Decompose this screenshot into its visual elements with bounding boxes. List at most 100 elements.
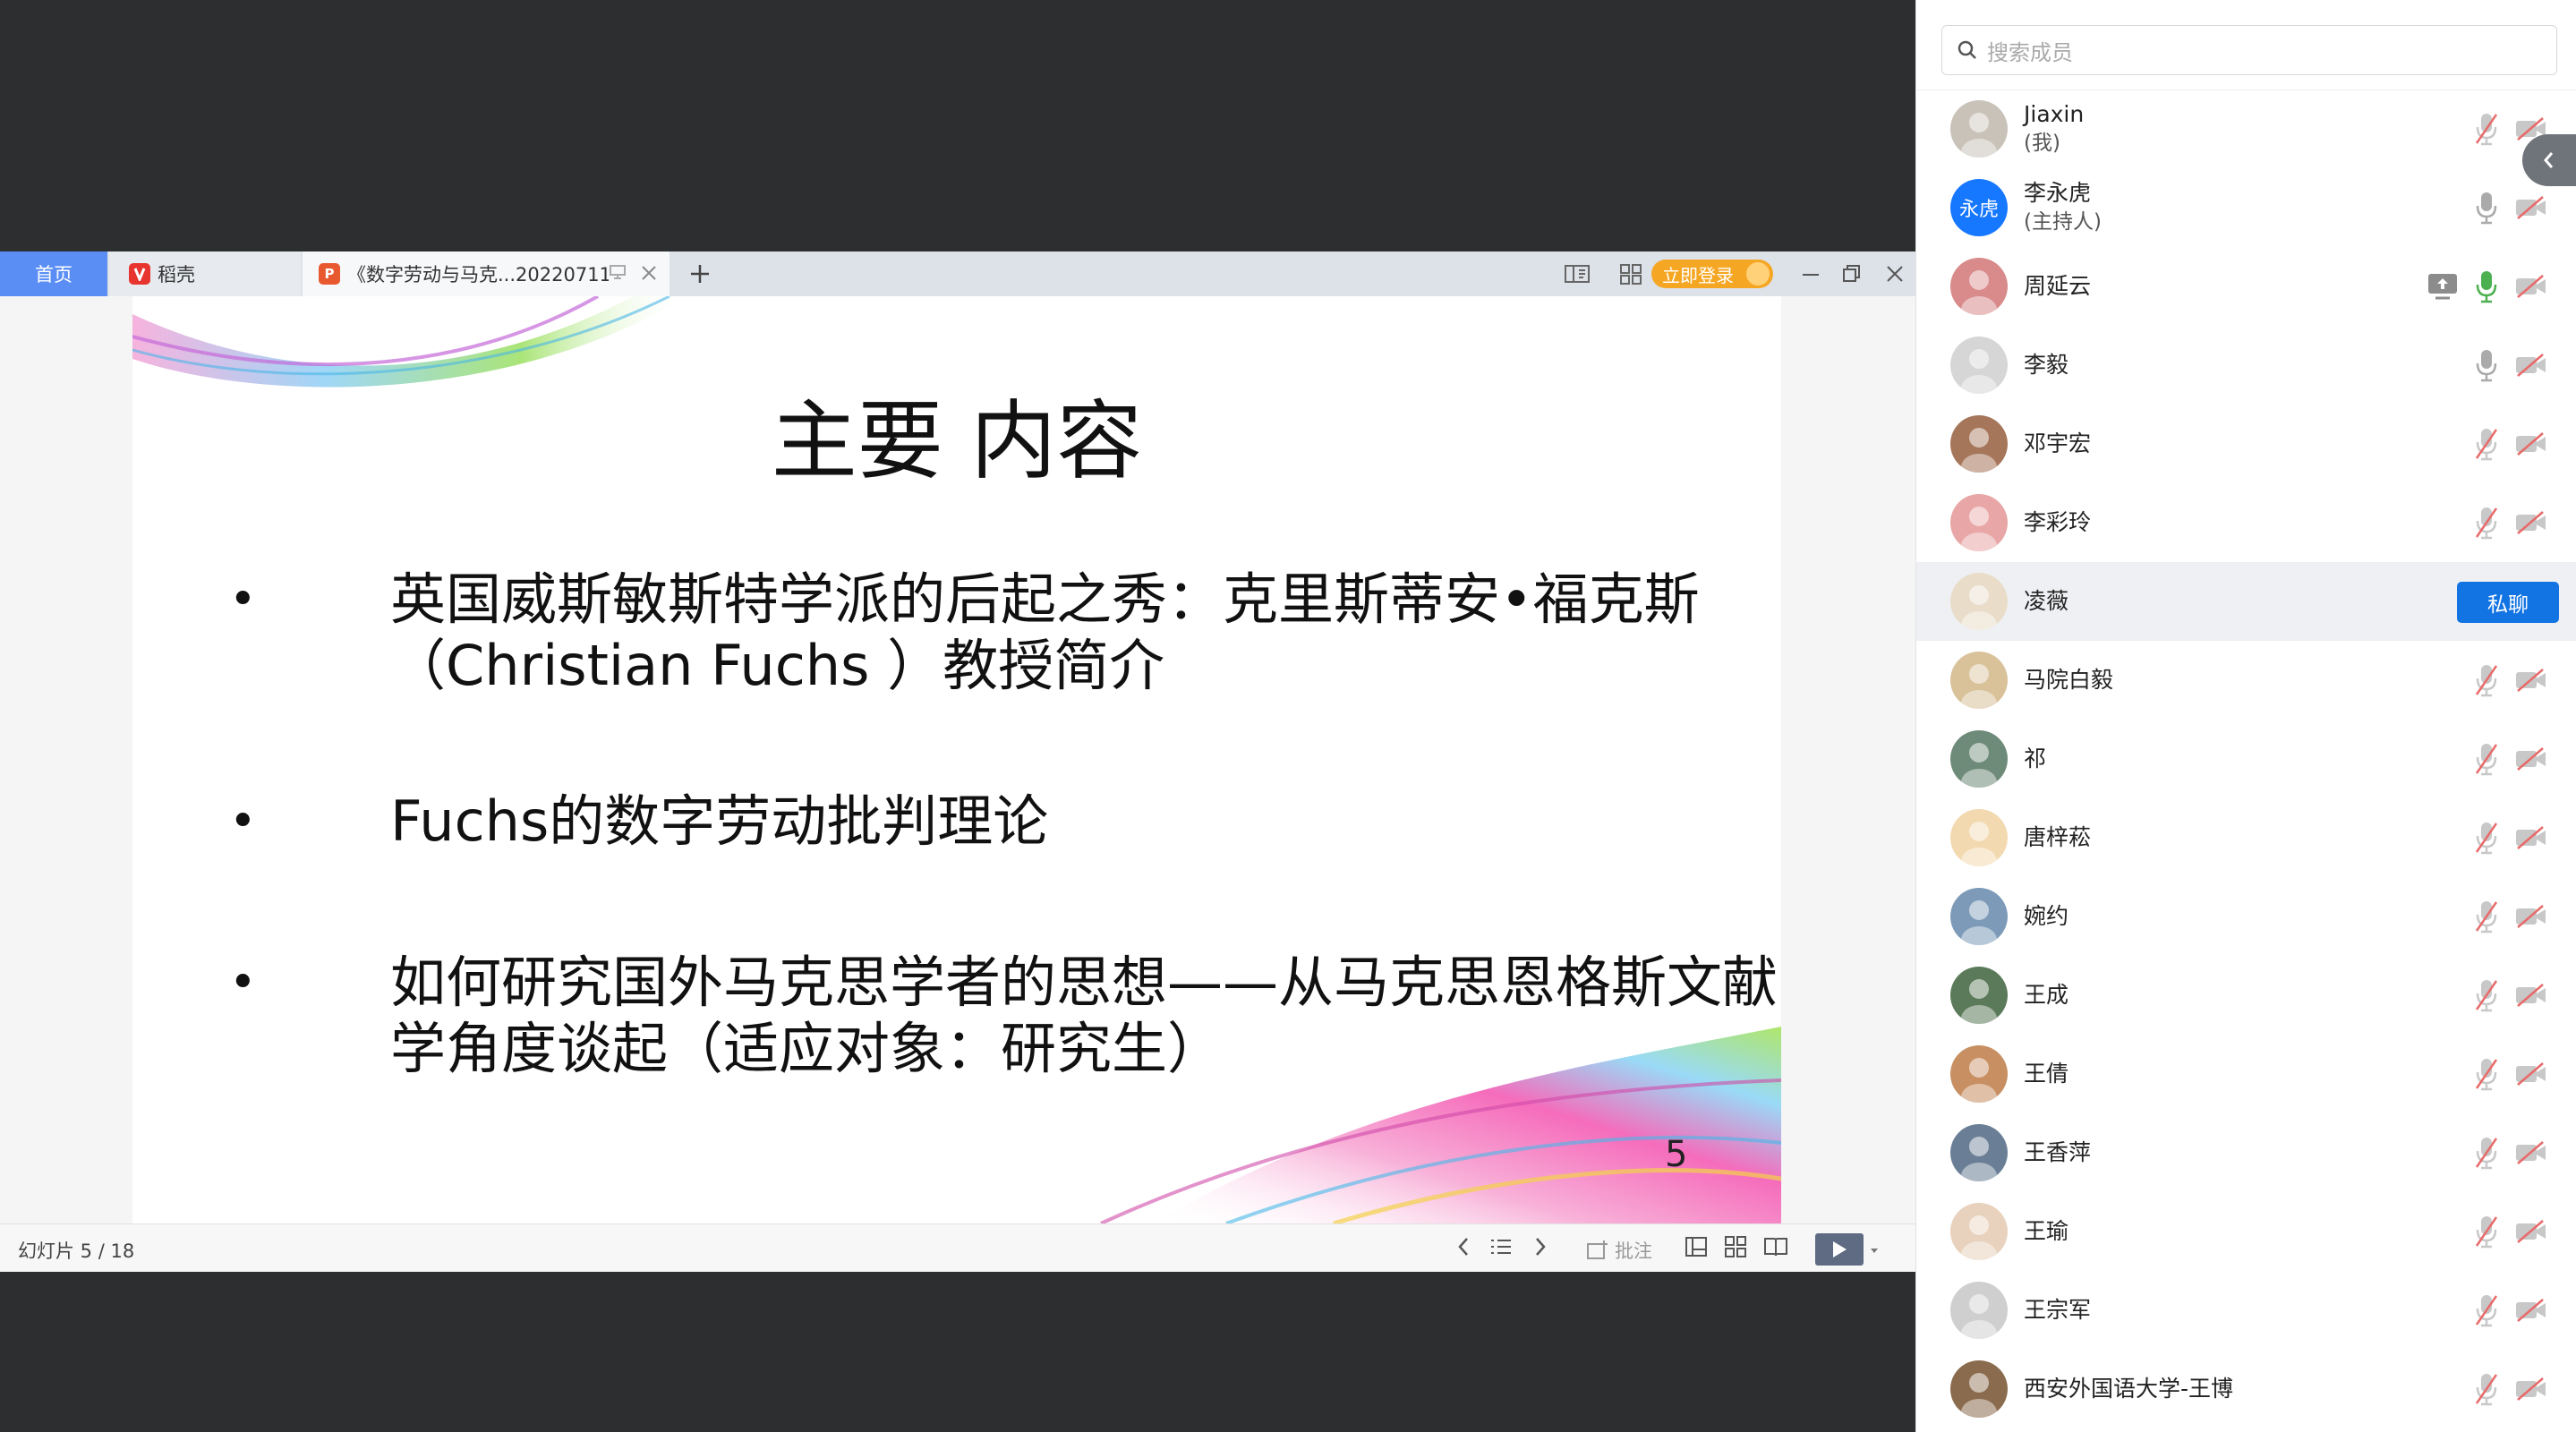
member-name: 婉约 <box>2024 903 2069 929</box>
slide-title: 主要 内容 <box>771 391 1143 491</box>
search-placeholder: 搜索成员 <box>1987 39 2073 65</box>
member-row[interactable]: 永虎 李永虎 (主持人) <box>1916 168 2576 247</box>
restore-icon[interactable] <box>1842 257 1862 297</box>
camera-off-icon <box>2514 825 2548 850</box>
member-name-block: 王宗军 <box>2024 1271 2091 1350</box>
reading-view-icon[interactable] <box>1763 1235 1788 1265</box>
mic-muted-icon <box>2473 1135 2500 1171</box>
microphone-icon <box>2473 347 2500 383</box>
slide-canvas: 主要 内容 • 英国威斯敏斯特学派的后起之秀：克里斯蒂安•福克斯 （Christ… <box>0 296 1915 1223</box>
camera-off-icon <box>2514 904 2548 929</box>
annotate-button[interactable]: 批注 <box>1586 1237 1652 1264</box>
wps-presentation-window: 首页 稻壳 P 《数字劳动与马克...20220711 立即登录 主要 内容 •… <box>0 251 1915 1272</box>
member-name-block: 王成 <box>2024 956 2068 1035</box>
bullet-text-line2: （Christian Fuchs ）教授简介 <box>390 633 1165 698</box>
monitor-icon[interactable] <box>609 263 627 285</box>
member-avatar <box>1950 573 2008 630</box>
normal-view-icon[interactable] <box>1685 1235 1708 1265</box>
slide-sorter-icon[interactable] <box>1724 1235 1747 1265</box>
page-layout-icon[interactable] <box>1565 262 1590 286</box>
bullet-name: 克里斯蒂安•福克斯 <box>1223 567 1700 632</box>
ppt-file-icon: P <box>319 263 340 285</box>
member-avatar <box>1950 337 2008 394</box>
member-avatar <box>1950 1045 2008 1103</box>
member-avatar: 永虎 <box>1950 179 2008 236</box>
next-slide-icon[interactable] <box>1532 1235 1548 1265</box>
member-name: 李毅 <box>2024 352 2069 378</box>
tab-daoke[interactable]: 稻壳 <box>109 251 301 296</box>
member-name: 唐梓菘 <box>2024 824 2092 850</box>
status-bar: 幻灯片 5 / 18 批注 <box>0 1223 1915 1272</box>
member-name: 周延云 <box>2024 273 2092 299</box>
member-row[interactable]: 王成 <box>1916 956 2576 1035</box>
play-options-dropdown-icon[interactable] <box>1869 1239 1880 1266</box>
member-name-block: 唐梓菘 <box>2024 798 2091 877</box>
member-row[interactable]: 王倩 <box>1916 1035 2576 1113</box>
camera-off-icon <box>2514 431 2548 456</box>
member-row[interactable]: 李彩玲 <box>1916 483 2576 562</box>
camera-off-icon <box>2514 274 2548 299</box>
member-row[interactable]: 唐梓菘 <box>1916 798 2576 877</box>
tab-home[interactable]: 首页 <box>0 251 107 296</box>
search-input[interactable]: 搜索成员 <box>1941 25 2557 75</box>
member-row[interactable]: 祁 <box>1916 720 2576 798</box>
member-name-block: 婉约 <box>2024 877 2068 956</box>
member-row[interactable]: 马院白毅 <box>1916 641 2576 720</box>
mic-muted-icon <box>2473 899 2500 934</box>
camera-off-icon <box>2514 1298 2548 1323</box>
member-row[interactable]: 凌薇 私聊 <box>1916 562 2576 641</box>
mic-muted-icon <box>2473 820 2500 856</box>
member-row[interactable]: 王宗军 <box>1916 1271 2576 1350</box>
play-icon <box>1833 1241 1847 1257</box>
window-close-icon[interactable] <box>1885 257 1905 297</box>
member-avatar <box>1950 100 2008 158</box>
member-row[interactable]: 王瑜 <box>1916 1192 2576 1271</box>
member-row[interactable]: 王香萍 <box>1916 1113 2576 1192</box>
member-row[interactable]: 周延云 <box>1916 247 2576 326</box>
grid-view-icon[interactable] <box>1618 262 1643 286</box>
camera-off-icon <box>2514 353 2548 378</box>
new-tab-button[interactable] <box>689 251 711 296</box>
member-name-block: 凌薇 <box>2024 562 2068 641</box>
camera-off-icon <box>2514 746 2548 771</box>
member-name-block: Jiaxin (我) <box>2024 90 2084 168</box>
member-row[interactable]: 西安外国语大学-王博 <box>1916 1350 2576 1428</box>
member-avatar <box>1950 1124 2008 1181</box>
slide-counter: 幻灯片 5 / 18 <box>18 1240 135 1262</box>
member-row[interactable]: 婉约 <box>1916 877 2576 956</box>
close-icon[interactable] <box>641 260 657 287</box>
member-avatar <box>1950 730 2008 788</box>
bullet-text: 如何研究国外马克思学者的思想——从马克思恩格斯文献 <box>390 950 1778 1015</box>
mic-muted-icon <box>2473 1371 2500 1407</box>
login-label: 立即登录 <box>1662 264 1734 286</box>
member-name-block: 周延云 <box>2024 247 2091 326</box>
mic-muted-icon <box>2473 426 2500 462</box>
collapse-panel-button[interactable] <box>2522 134 2576 186</box>
member-name-block: 马院白毅 <box>2024 641 2113 720</box>
slide-page-number: 5 <box>1665 1134 1688 1175</box>
user-avatar-icon <box>1746 262 1770 286</box>
member-name-block: 西安外国语大学-王博 <box>2024 1350 2233 1428</box>
private-chat-button[interactable]: 私聊 <box>2457 582 2559 623</box>
bullet-text: Fuchs的数字劳动批判理论 <box>390 788 1049 854</box>
previous-slide-icon[interactable] <box>1455 1235 1471 1265</box>
camera-off-icon <box>2514 1061 2548 1087</box>
slide: 主要 内容 • 英国威斯敏斯特学派的后起之秀：克里斯蒂安•福克斯 （Christ… <box>132 296 1781 1223</box>
tab-document[interactable]: P 《数字劳动与马克...20220711 <box>303 251 670 296</box>
camera-off-icon <box>2514 983 2548 1008</box>
member-avatar <box>1950 494 2008 551</box>
member-row[interactable]: 邓宇宏 <box>1916 405 2576 483</box>
camera-off-icon <box>2514 1140 2548 1165</box>
tab-home-label: 首页 <box>35 264 73 286</box>
minimize-icon[interactable] <box>1801 257 1821 297</box>
bullet-dot: • <box>229 956 257 1010</box>
outline-list-icon[interactable] <box>1489 1235 1513 1265</box>
member-avatar <box>1950 415 2008 473</box>
wps-tab-bar: 首页 稻壳 P 《数字劳动与马克...20220711 立即登录 <box>0 251 1915 296</box>
member-row[interactable]: Jiaxin (我) <box>1916 90 2576 168</box>
play-slideshow-button[interactable] <box>1815 1233 1864 1266</box>
login-button[interactable]: 立即登录 <box>1651 260 1773 288</box>
member-name-block: 王倩 <box>2024 1035 2068 1113</box>
member-name: 李永虎 <box>2024 180 2092 206</box>
member-row[interactable]: 李毅 <box>1916 326 2576 405</box>
